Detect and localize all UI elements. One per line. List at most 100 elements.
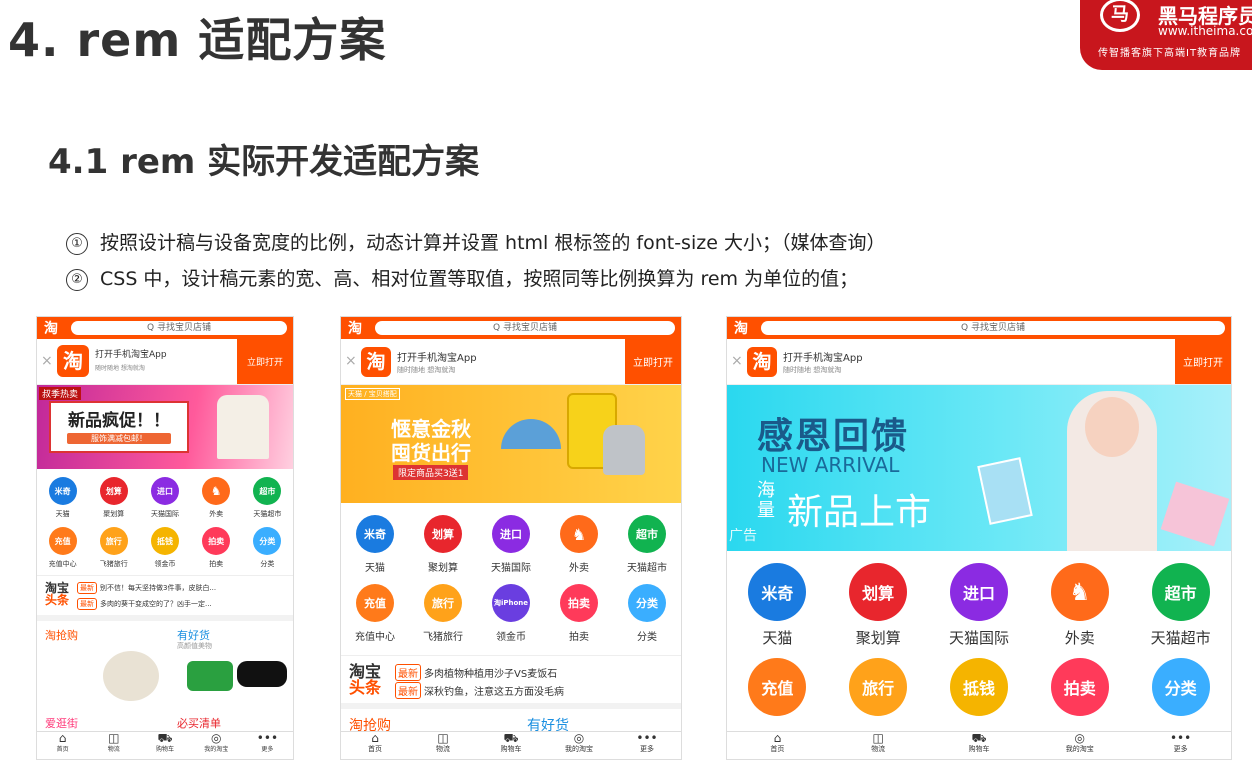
nav-more[interactable]: ••• 更多 xyxy=(1130,732,1231,759)
banner-subline: 服饰满减包邮！ xyxy=(67,433,171,444)
banner-carousel[interactable]: 叔季热卖 新品疯促！！ 服饰满减包邮！ xyxy=(37,385,293,469)
headline-news: 淘宝 头条 最新 别不信！每天坚持做3件事，皮肤白... 最新 多肉的葵干变成空的了？… xyxy=(37,575,293,621)
banner-line2: 囤货出行 xyxy=(391,441,471,465)
category-recharge[interactable]: 充值 充值中心 xyxy=(37,527,88,569)
category-grid-row2: 充值 旅行 抵钱 拍卖 分类 xyxy=(727,648,1231,716)
category-takeout[interactable]: ♞ 外卖 xyxy=(545,515,613,574)
category-classify[interactable]: 分类 分类 xyxy=(242,527,293,569)
open-app-bar: × 淘 打开手机淘宝App 随时随地 想淘就淘 立即打开 xyxy=(37,339,293,385)
nav-cart[interactable]: ⛟ 购物车 xyxy=(477,732,545,759)
category-grid-row1: 米奇 天猫 划算 聚划算 进口 天猫国际 ♞ 外卖 超市 天猫超市 xyxy=(727,551,1231,648)
category-tmall[interactable]: 米奇 天猫 xyxy=(37,477,88,519)
gamepad-image xyxy=(237,661,287,687)
category-travel[interactable]: 旅行 飞猪旅行 xyxy=(409,584,477,643)
category-juhuasuan[interactable]: 划算 聚划算 xyxy=(409,515,477,574)
search-input[interactable]: Q 寻找宝贝店铺 xyxy=(71,321,287,335)
nav-my-taobao[interactable]: ◎ 我的淘宝 xyxy=(1029,732,1130,759)
category-juhuasuan[interactable]: 划算 聚划算 xyxy=(88,477,139,519)
category-coins[interactable]: 抵钱 领金币 xyxy=(139,527,190,569)
category-recharge[interactable]: 充值 xyxy=(727,658,828,716)
supermarket-icon: 超市 xyxy=(1151,563,1210,621)
tmall-icon: 米奇 xyxy=(748,563,807,621)
banner-carousel[interactable]: 感恩回馈 NEW ARRIVAL 海量 新品上市 广告 xyxy=(727,385,1231,551)
nav-my-taobao[interactable]: ◎ 我的淘宝 xyxy=(545,732,613,759)
search-input[interactable]: Q 寻找宝贝店铺 xyxy=(375,321,675,335)
category-supermarket[interactable]: 超市 天猫超市 xyxy=(242,477,293,519)
nav-home[interactable]: ⌂ 首页 xyxy=(727,732,828,759)
category-supermarket[interactable]: 超市 天猫超市 xyxy=(613,515,681,574)
model-face xyxy=(1085,397,1139,457)
category-tmall-global[interactable]: 进口 天猫国际 xyxy=(139,477,190,519)
logistics-icon: ◫ xyxy=(437,731,449,745)
close-icon[interactable]: × xyxy=(345,353,357,369)
category-classify[interactable]: 分类 分类 xyxy=(613,584,681,643)
headline-news: 淘宝 头条 最新 多肉植物种植用沙子VS麦饭石 最新 深秋钓鱼，注意这五方面没毛病 xyxy=(341,655,681,709)
section-flash-sale[interactable]: 淘抢购 xyxy=(45,627,78,643)
category-coins[interactable]: 抵钱 xyxy=(929,658,1030,716)
category-auction[interactable]: 拍卖 拍卖 xyxy=(191,527,242,569)
category-grid-row1: 米奇 天猫 划算 聚划算 进口 天猫国际 ♞ 外卖 超市 天猫超市 xyxy=(341,503,681,574)
open-app-button[interactable]: 立即打开 xyxy=(1175,339,1231,384)
food-image xyxy=(103,651,159,701)
section-must-buy[interactable]: 必买清单 xyxy=(177,715,221,731)
category-travel[interactable]: 旅行 xyxy=(828,658,929,716)
close-icon[interactable]: × xyxy=(731,353,743,369)
category-tmall-global[interactable]: 进口 天猫国际 xyxy=(929,563,1030,648)
nav-more[interactable]: ••• 更多 xyxy=(242,732,293,759)
nav-cart[interactable]: ⛟ 购物车 xyxy=(139,732,190,759)
news-item[interactable]: 最新 多肉的葵干变成空的了？凶手一定... xyxy=(77,598,212,610)
category-travel[interactable]: 旅行 飞猪旅行 xyxy=(88,527,139,569)
news-item[interactable]: 最新 深秋钓鱼，注意这五方面没毛病 xyxy=(395,682,564,699)
point-number: ② xyxy=(66,269,88,291)
close-icon[interactable]: × xyxy=(41,353,53,369)
category-juhuasuan[interactable]: 划算 聚划算 xyxy=(828,563,929,648)
category-classify[interactable]: 分类 xyxy=(1130,658,1231,716)
category-auction[interactable]: 拍卖 拍卖 xyxy=(545,584,613,643)
open-app-button[interactable]: 立即打开 xyxy=(625,339,681,384)
news-item[interactable]: 最新 别不信！每天坚持做3件事，皮肤白... xyxy=(77,582,216,594)
section-shopping[interactable]: 爱逛街 xyxy=(45,715,78,731)
juhuasuan-icon: 划算 xyxy=(99,477,128,505)
category-tmall[interactable]: 米奇 天猫 xyxy=(727,563,828,648)
bottom-nav: ⌂ 首页 ◫ 物流 ⛟ 购物车 ◎ 我的淘宝 ••• 更多 xyxy=(341,731,681,759)
category-label: 天猫国际 xyxy=(491,563,531,574)
nav-more[interactable]: ••• 更多 xyxy=(613,732,681,759)
top-bar: 淘 Q 寻找宝贝店铺 xyxy=(37,317,293,339)
banner-carousel[interactable]: 天猫 / 宝贝搭配 惬意金秋 囤货出行 限定商品买3送1 xyxy=(341,385,681,503)
scooter-icon: ♞ xyxy=(560,515,598,553)
banner-promo: 限定商品买3送1 xyxy=(393,465,469,480)
search-input[interactable]: Q 寻找宝贝店铺 xyxy=(761,321,1225,335)
nav-home[interactable]: ⌂ 首页 xyxy=(37,732,88,759)
phone-screenshot-medium: 淘 Q 寻找宝贝店铺 × 淘 打开手机淘宝App 随时随地 想淘就淘 立即打开 … xyxy=(340,316,682,760)
nav-logistics[interactable]: ◫ 物流 xyxy=(409,732,477,759)
category-takeout[interactable]: ♞ 外卖 xyxy=(1029,563,1130,648)
nav-cart[interactable]: ⛟ 购物车 xyxy=(929,732,1030,759)
category-recharge[interactable]: 充值 充值中心 xyxy=(341,584,409,643)
category-label: 分类 xyxy=(637,632,657,643)
category-label: 天猫国际 xyxy=(948,629,1009,647)
skirt-image xyxy=(1160,481,1230,547)
nav-home[interactable]: ⌂ 首页 xyxy=(341,732,409,759)
ad-label: 广告 xyxy=(729,528,757,544)
category-icon: 分类 xyxy=(1151,658,1210,716)
motorbike-image xyxy=(187,661,233,691)
nav-logistics[interactable]: ◫ 物流 xyxy=(88,732,139,759)
nav-my-taobao[interactable]: ◎ 我的淘宝 xyxy=(191,732,242,759)
user-icon: ◎ xyxy=(210,731,222,745)
open-app-button[interactable]: 立即打开 xyxy=(237,339,293,384)
category-icon: 分类 xyxy=(628,584,666,622)
category-tmall-global[interactable]: 进口 天猫国际 xyxy=(477,515,545,574)
banner-headline: 新品疯促！！ xyxy=(68,411,170,431)
bottom-nav: ⌂ 首页 ◫ 物流 ⛟ 购物车 ◎ 我的淘宝 ••• 更多 xyxy=(727,731,1231,759)
horse-logo-icon: 马 xyxy=(1100,0,1140,32)
taobao-app-icon: 淘 xyxy=(361,347,391,377)
category-takeout[interactable]: ♞ 外卖 xyxy=(191,477,242,519)
category-supermarket[interactable]: 超市 天猫超市 xyxy=(1130,563,1231,648)
category-tmall[interactable]: 米奇 天猫 xyxy=(341,515,409,574)
category-auction[interactable]: 拍卖 xyxy=(1029,658,1130,716)
category-coins[interactable]: 淘iPhone 领金币 xyxy=(477,584,545,643)
nav-logistics[interactable]: ◫ 物流 xyxy=(828,732,929,759)
news-item[interactable]: 最新 多肉植物种植用沙子VS麦饭石 xyxy=(395,664,557,681)
point-2: ② CSS 中，设计稿元素的宽、高、相对位置等取值，按照同等比例换算为 rem 为… xyxy=(66,264,858,291)
page-title: 4. rem 适配方案 xyxy=(8,13,387,67)
